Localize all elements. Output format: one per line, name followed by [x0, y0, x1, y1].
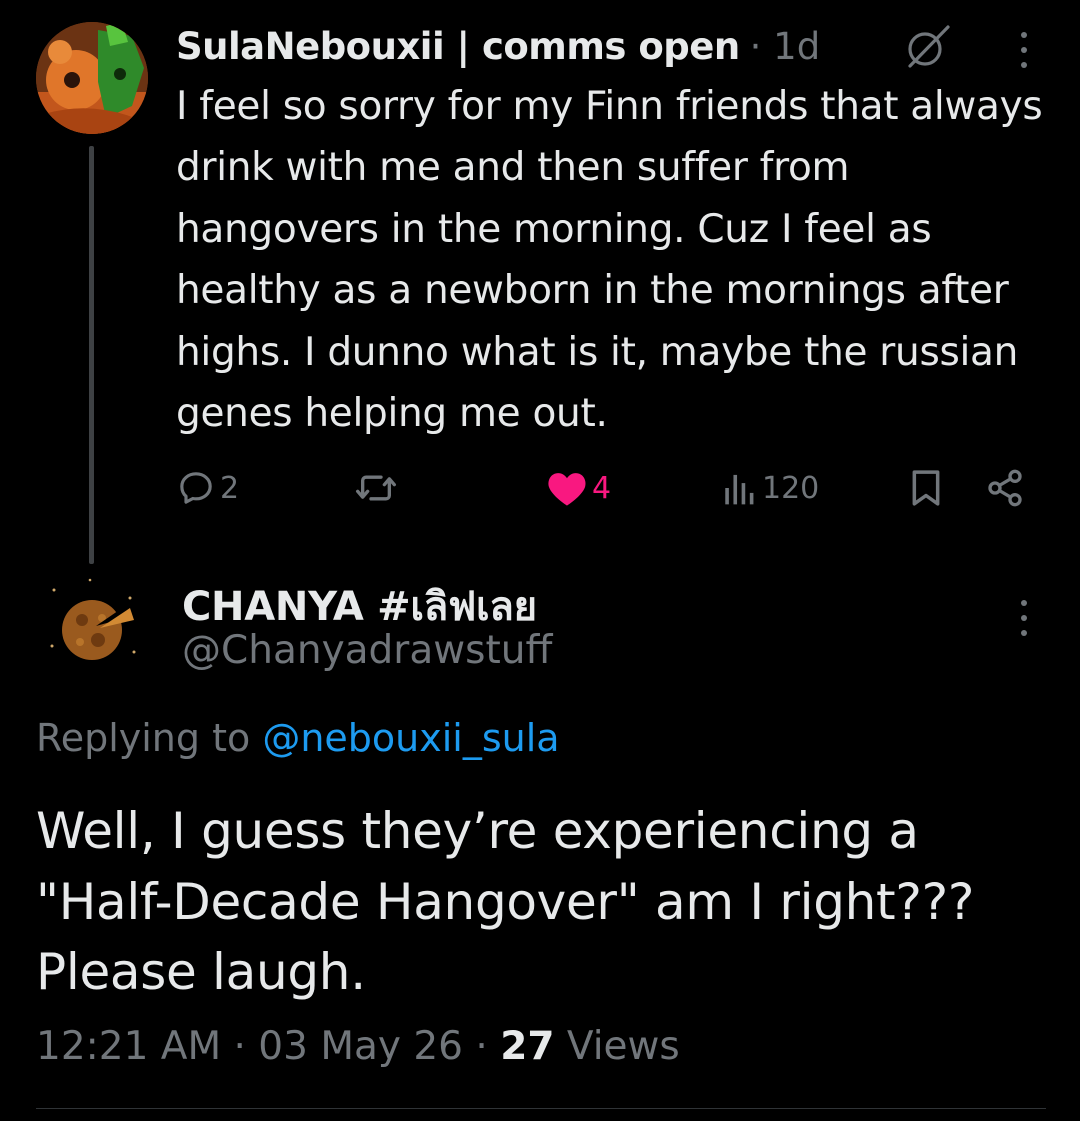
slash-circle-icon[interactable] — [902, 24, 952, 70]
tweet-header: SulaNebouxii | comms open · 1d — [176, 24, 820, 68]
reply-icon — [180, 472, 212, 504]
user-handle[interactable]: @Chanyadrawstuff — [182, 628, 552, 673]
tweet-text: Well, I guess they’re experiencing a "Ha… — [36, 802, 975, 1001]
bookmark-button[interactable] — [906, 466, 946, 510]
views-count: 120 — [762, 470, 820, 506]
like-button[interactable]: 4 — [546, 466, 611, 510]
reply-count: 2 — [220, 470, 240, 506]
timestamp-date[interactable]: 12:21 AM · 03 May 26 · — [36, 1024, 500, 1069]
thread-connector-line — [89, 146, 94, 564]
more-options-icon[interactable] — [1006, 30, 1042, 70]
views-button[interactable]: 120 — [722, 466, 819, 510]
tweet-age[interactable]: · 1d — [750, 25, 821, 68]
retweet-button[interactable] — [354, 466, 398, 510]
tweet-timestamp: 12:21 AM · 03 May 26 · 27 Views — [36, 1024, 680, 1069]
heart-icon — [548, 473, 586, 506]
mention-link[interactable]: @nebouxii_sula — [262, 716, 559, 760]
bookmark-icon — [912, 470, 940, 506]
avatar-chanya[interactable] — [36, 568, 148, 680]
reply-button[interactable]: 2 — [176, 466, 239, 510]
display-name[interactable]: SulaNebouxii | comms open — [176, 25, 740, 68]
share-button[interactable] — [984, 466, 1026, 510]
more-options-icon[interactable] — [1006, 598, 1042, 638]
views-bar-chart-icon — [725, 474, 754, 505]
views-count: 27 — [500, 1024, 555, 1069]
retweet-icon — [355, 475, 396, 501]
share-icon — [988, 469, 1022, 507]
tweet-text: I feel so sorry for my Finn friends that… — [176, 84, 1043, 437]
replying-to-prefix: Replying to — [36, 716, 263, 760]
like-count: 4 — [592, 470, 612, 506]
replying-to-line: Replying to @nebouxii_sula — [36, 716, 560, 760]
views-label: Views — [554, 1024, 680, 1069]
divider — [36, 1108, 1046, 1109]
avatar-sulanebouxii[interactable] — [36, 22, 148, 134]
